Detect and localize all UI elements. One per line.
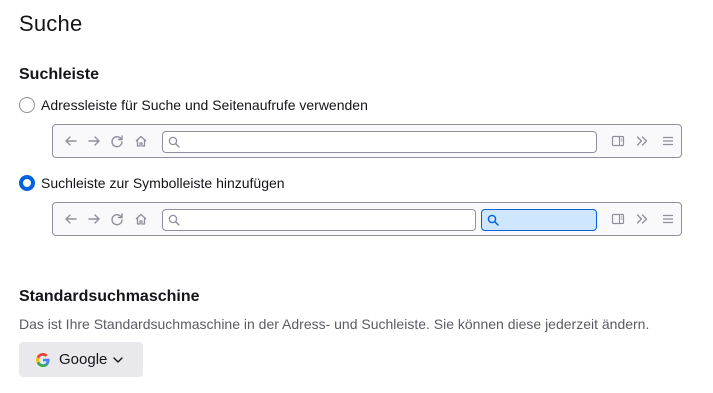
radio-searchbar-label: Suchleiste zur Symbolleiste hinzufügen [41,175,285,191]
google-icon [35,352,51,368]
urlbar-preview [162,131,597,153]
reload-icon [108,210,126,228]
searchbar-preview-highlighted [481,209,597,231]
searchbar-section-heading: Suchleiste [19,66,100,83]
page-title: Suche [19,11,83,36]
radio-option-searchbar[interactable]: Suchleiste zur Symbolleiste hinzufügen [19,173,285,193]
home-icon [132,210,150,228]
arrow-left-icon [62,210,80,228]
urlbar-preview [162,209,476,231]
radio-urlbar-unchecked[interactable] [19,97,35,113]
radio-option-urlbar[interactable]: Adressleiste für Suche und Seitenaufrufe… [19,95,368,115]
hamburger-menu-icon [659,132,677,150]
arrow-left-icon [62,132,80,150]
default-engine-heading: Standardsuchmaschine [19,288,200,305]
home-icon [132,132,150,150]
default-engine-description: Das ist Ihre Standardsuchmaschine in der… [19,316,650,332]
double-chevron-icon [633,132,651,150]
radio-searchbar-checked[interactable] [19,175,35,191]
sidebar-icon [609,210,627,228]
radio-urlbar-label: Adressleiste für Suche und Seitenaufrufe… [41,97,368,113]
arrow-right-icon [85,132,103,150]
chevron-down-icon [112,354,124,366]
magnifier-icon [167,213,181,227]
magnifier-icon [486,213,500,227]
default-engine-dropdown[interactable]: Google [19,342,143,377]
default-engine-label: Google [59,351,108,368]
sidebar-icon [609,132,627,150]
reload-icon [108,132,126,150]
toolbar-preview-urlbar [52,124,682,158]
arrow-right-icon [85,210,103,228]
hamburger-menu-icon [659,210,677,228]
toolbar-preview-searchbar [52,202,682,236]
magnifier-icon [167,135,181,149]
double-chevron-icon [633,210,651,228]
